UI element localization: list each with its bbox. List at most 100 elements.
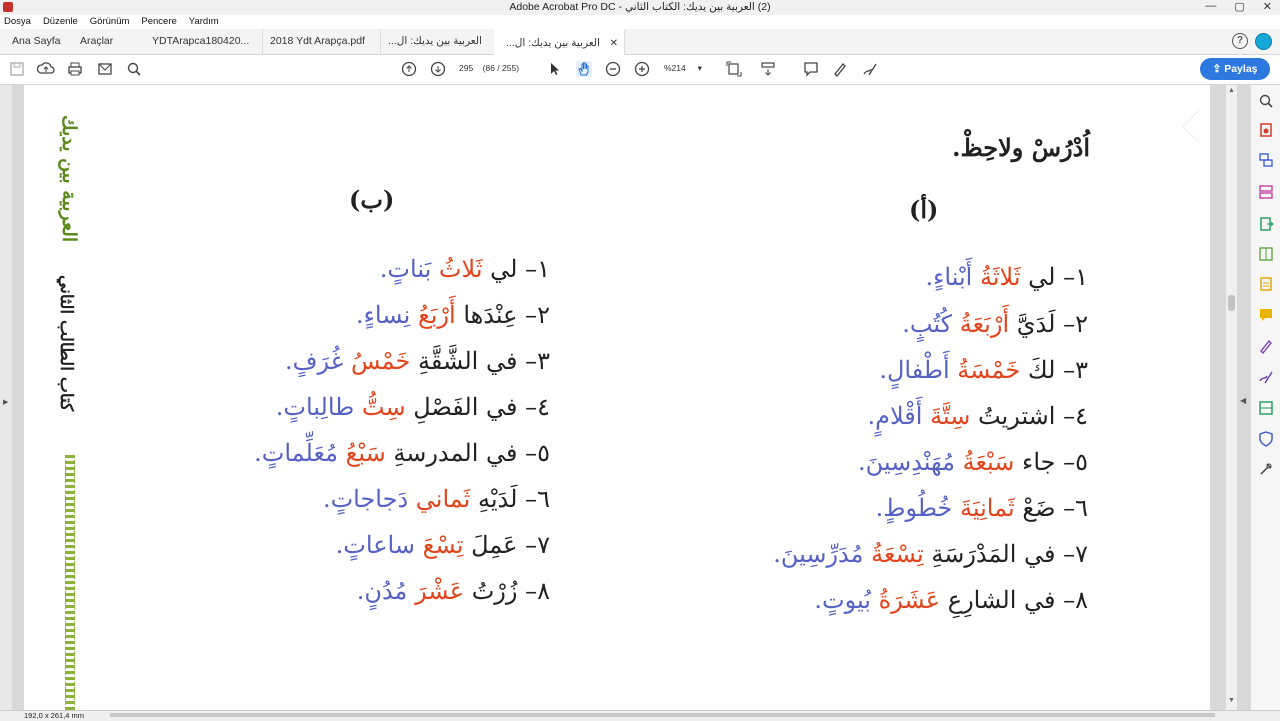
page-size-readout: 192,0 x 261,4 mm <box>24 711 85 720</box>
tab-home[interactable]: Ana Sayfa <box>12 29 60 54</box>
close-window-button[interactable]: ✕ <box>1263 0 1272 13</box>
upload-cloud-icon[interactable] <box>36 60 55 78</box>
comment-tool-icon[interactable] <box>1257 306 1275 324</box>
plural-noun: ساعاتٍ. <box>335 531 415 559</box>
pdf-page: العربية بين يديك كتاب الطالب الثاني اُدْ… <box>24 85 1210 710</box>
menu-file[interactable]: Dosya <box>4 15 31 29</box>
horizontal-scrollbar[interactable] <box>100 711 1230 719</box>
sentence-word: لي <box>490 255 518 283</box>
page-number-box[interactable]: 295 (86 / 255) <box>459 63 519 73</box>
sign-icon[interactable] <box>861 60 879 78</box>
expand-left-arrow-icon[interactable]: ▶ <box>3 398 8 406</box>
zoom-select[interactable]: %214 ▾ <box>664 63 702 74</box>
menu-help[interactable]: Yardım <box>189 15 219 29</box>
scroll-up-arrow-icon[interactable]: ▲ <box>1228 87 1235 94</box>
edit-pdf-icon[interactable] <box>1257 245 1275 263</box>
horizontal-scrollbar-thumb[interactable] <box>110 713 1215 717</box>
scan-ocr-icon[interactable] <box>1257 399 1275 417</box>
hand-tool-icon[interactable] <box>575 60 593 78</box>
minimize-button[interactable]: — <box>1205 0 1216 13</box>
export-pdf-icon[interactable] <box>1257 215 1275 233</box>
menu-window[interactable]: Pencere <box>141 15 176 29</box>
column-a-label: (أ) <box>909 195 939 224</box>
sentence-b-4: ٤– في الفَصْلِ سِتُّ طالِباتٍ. <box>276 393 550 421</box>
tab-bar: Ana Sayfa Araçlar YDTArapca180420... 201… <box>0 29 1280 56</box>
tab-document-1[interactable]: YDTArapca180420... <box>140 29 263 54</box>
number-word: تِسْعَ <box>422 531 464 559</box>
page-info: (86 / 255) <box>482 63 520 73</box>
tab-label: YDTArapca180420... <box>152 35 250 47</box>
zoom-in-icon[interactable] <box>633 60 651 78</box>
comment-icon[interactable] <box>802 60 820 78</box>
select-cursor-icon[interactable] <box>546 60 564 78</box>
plural-noun: كُتُبٍ. <box>902 310 953 338</box>
sentence-word: عَمِلَ <box>471 531 518 559</box>
search-icon[interactable] <box>125 60 143 78</box>
item-number: ١– <box>1063 263 1088 291</box>
create-pdf-icon[interactable] <box>1257 121 1275 139</box>
fill-sign-icon[interactable] <box>1257 337 1275 355</box>
combine-files-icon[interactable] <box>1257 151 1275 169</box>
sentence-a-2: ٢– لَدَيَّ أَرْبَعَةُ كُتُبٍ. <box>902 310 1088 338</box>
zoom-tool-icon[interactable] <box>1257 92 1275 110</box>
print-icon[interactable] <box>66 60 84 78</box>
book-subtitle-vertical: كتاب الطالب الثاني <box>56 275 76 412</box>
zoom-value: %214 <box>664 63 686 73</box>
email-icon[interactable] <box>96 60 114 78</box>
collapse-right-panel-arrow-icon[interactable]: ◀ <box>1240 396 1246 405</box>
create-edit-form-icon[interactable] <box>1257 275 1275 293</box>
item-number: ٦– <box>1063 494 1088 522</box>
sentence-a-7: ٧– في المَدْرَسَةِ تِسْعَةُ مُدَرِّسِينَ… <box>773 540 1088 568</box>
number-word: خَمْسَةُ <box>957 356 1021 384</box>
item-number: ٣– <box>525 347 550 375</box>
organize-pages-icon[interactable] <box>1257 183 1275 201</box>
sentence-a-8: ٨– في الشارِعِ عَشَرَةُ بُيوتٍ. <box>814 586 1088 614</box>
next-page-icon[interactable] <box>429 60 447 78</box>
sentence-b-7: ٧– عَمِلَ تِسْعَ ساعاتٍ. <box>336 531 550 559</box>
menu-view[interactable]: Görünüm <box>90 15 130 29</box>
scrollbar-thumb[interactable] <box>1228 295 1235 311</box>
item-number: ٧– <box>525 531 550 559</box>
left-nav-collapsed[interactable]: ▶ <box>0 85 12 710</box>
zoom-out-icon[interactable] <box>604 60 622 78</box>
send-for-signature-icon[interactable] <box>1257 368 1275 386</box>
page-current[interactable]: 295 <box>459 63 473 73</box>
item-number: ١– <box>525 255 550 283</box>
sentence-word: في الشَّقَّةِ <box>417 347 518 375</box>
exercise-heading: اُدْرُسْ ولاحِظْ. <box>952 133 1090 162</box>
item-number: ٥– <box>1063 448 1088 476</box>
plural-noun: مُدَرِّسِينَ. <box>773 540 864 568</box>
share-button[interactable]: ⇪ Paylaş <box>1200 58 1270 80</box>
scroll-mode-icon[interactable] <box>759 60 777 78</box>
vertical-scrollbar[interactable]: ▲ ▼ <box>1226 85 1237 710</box>
menu-edit[interactable]: Düzenle <box>43 15 78 29</box>
sentence-word: لَدَيَّ <box>1016 310 1056 338</box>
highlight-pen-icon[interactable] <box>831 60 849 78</box>
number-word: عَشَرَةُ <box>878 586 941 614</box>
main-toolbar: 295 (86 / 255) %214 ▾ ⇪ Paylaş <box>0 55 1280 85</box>
item-number: ٢– <box>525 301 550 329</box>
tab-close-icon[interactable]: ✕ <box>610 31 618 56</box>
help-icon[interactable]: ? <box>1232 33 1248 49</box>
fit-page-icon[interactable] <box>725 60 743 78</box>
save-icon[interactable] <box>8 60 26 78</box>
more-tools-icon[interactable] <box>1257 460 1275 478</box>
sentence-b-6: ٦– لَدَيْهِ ثَماني دَجاجاتٍ. <box>323 485 550 513</box>
tab-document-2[interactable]: 2018 Ydt Arapça.pdf <box>258 29 381 54</box>
item-number: ٢– <box>1063 310 1088 338</box>
number-word: سِتُّ <box>361 393 406 421</box>
sentence-b-3: ٣– في الشَّقَّةِ خَمْسُ غُرَفٍ. <box>285 347 550 375</box>
previous-page-icon[interactable] <box>400 60 418 78</box>
tab-document-active[interactable]: العربية بين يديك: ال... ✕ <box>494 29 625 56</box>
plural-noun: أَطْفالٍ. <box>879 356 950 384</box>
tab-tools[interactable]: Araçlar <box>80 29 113 54</box>
number-word: ثَلاثُ <box>438 255 483 283</box>
maximize-button[interactable]: ▢ <box>1234 0 1244 13</box>
sentence-word: لي <box>1028 263 1056 291</box>
scroll-down-arrow-icon[interactable]: ▼ <box>1228 697 1235 704</box>
sentence-b-2: ٢– عِنْدَها أَرْبَعُ نِساءٍ. <box>356 301 550 329</box>
protect-icon[interactable] <box>1257 430 1275 448</box>
account-avatar[interactable] <box>1255 33 1272 50</box>
sentence-word: في المَدْرَسَةِ <box>931 540 1056 568</box>
tab-document-3[interactable]: العربية بين يديك: ال... <box>376 29 499 54</box>
